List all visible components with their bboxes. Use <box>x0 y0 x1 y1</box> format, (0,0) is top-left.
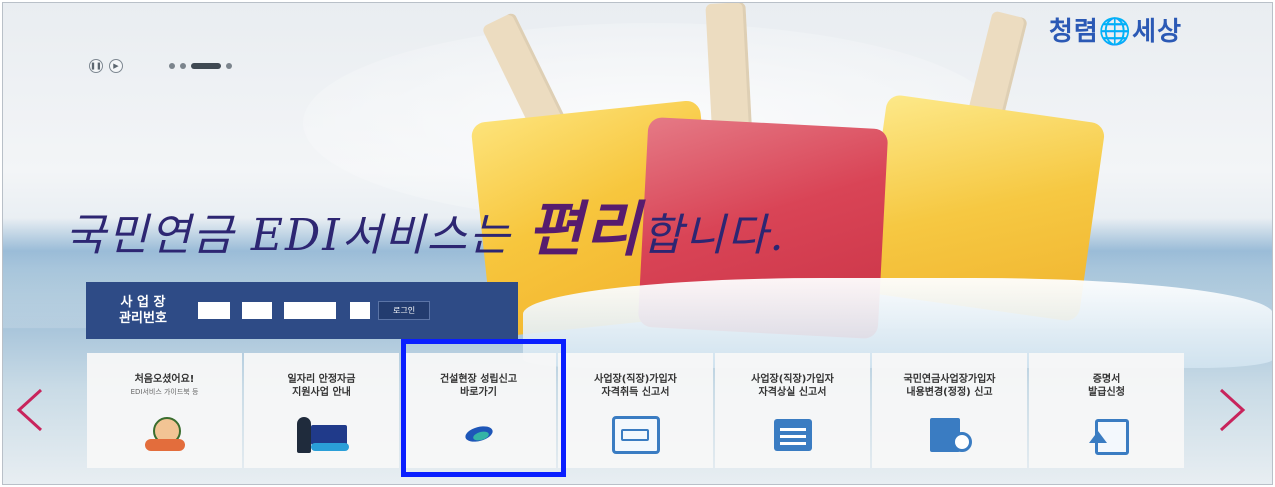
service-tiles: 처음오셨어요! EDI서비스 가이드북 등 일자리 안정자금 지원사업 안내 건… <box>87 353 1186 468</box>
tile-label-line1: 사업장(직장)가입자 <box>751 374 834 385</box>
business-number-field-2[interactable] <box>242 302 272 319</box>
mascot-icon <box>137 414 193 456</box>
tile-job-stabilization-fund[interactable]: 일자리 안정자금 지원사업 안내 <box>244 353 399 468</box>
login-label-line1: 사 업 장 <box>120 294 166 310</box>
tile-label-sub: EDI서비스 가이드북 등 <box>130 388 199 396</box>
slide-dot[interactable] <box>180 63 186 69</box>
slide-dot-active[interactable] <box>191 63 221 69</box>
tile-label: 사업장(직장)가입자 자격취득 신고서 <box>558 353 713 399</box>
certificate-icon <box>1079 414 1135 456</box>
tile-label-line1: 국민연금사업장가입자 <box>903 374 996 385</box>
highlight-box <box>401 339 566 477</box>
slide-dot[interactable] <box>169 63 175 69</box>
login-label: 사 업 장 관리번호 <box>110 295 176 327</box>
tile-content-change-report[interactable]: 국민연금사업장가입자 내용변경(정정) 신고 <box>872 353 1027 468</box>
tile-label-line1: 일자리 안정자금 <box>287 374 356 385</box>
tile-label-line2: 자격취득 신고서 <box>601 387 670 398</box>
job-support-icon <box>294 414 350 456</box>
calendar-icon <box>765 414 821 456</box>
business-number-field-1[interactable] <box>198 302 230 319</box>
chevron-left-icon[interactable] <box>15 388 45 432</box>
tile-label-line2: 내용변경(정정) 신고 <box>906 387 993 398</box>
headline-emphasis: 편리 <box>527 195 642 265</box>
tile-label: 사업장(직장)가입자 자격상실 신고서 <box>715 353 870 399</box>
play-icon[interactable]: ▶ <box>109 59 123 73</box>
slider-controls: ❚❚ ▶ <box>89 59 123 73</box>
tile-label-line2: 자격상실 신고서 <box>758 387 827 398</box>
headline-text-end: 합니다. <box>642 210 786 261</box>
tile-certificate-request[interactable]: 증명서 발급신청 <box>1029 353 1184 468</box>
tile-qualification-acquisition[interactable]: 사업장(직장)가입자 자격취득 신고서 <box>558 353 713 468</box>
tile-label-line1: 사업장(직장)가입자 <box>594 374 677 385</box>
chevron-right-icon[interactable] <box>1217 388 1247 432</box>
slide-dot[interactable] <box>226 63 232 69</box>
login-panel: 사 업 장 관리번호 로그인 <box>86 282 518 339</box>
tile-label: 일자리 안정자금 지원사업 안내 <box>244 353 399 399</box>
document-search-icon <box>922 414 978 456</box>
site-logo[interactable]: 청렴🌐세상 <box>1049 11 1182 48</box>
id-card-icon <box>608 414 664 456</box>
login-label-line2: 관리번호 <box>119 310 167 326</box>
tile-label: 처음오셨어요! EDI서비스 가이드북 등 <box>87 353 242 399</box>
tile-first-visit[interactable]: 처음오셨어요! EDI서비스 가이드북 등 <box>87 353 242 468</box>
tile-label-line2: 발급신청 <box>1088 387 1125 398</box>
pause-icon[interactable]: ❚❚ <box>89 59 103 73</box>
headline-text: 국민연금 EDI서비스는 <box>65 210 528 261</box>
tile-label: 증명서 발급신청 <box>1029 353 1184 399</box>
tile-label: 국민연금사업장가입자 내용변경(정정) 신고 <box>872 353 1027 399</box>
business-number-field-4[interactable] <box>350 302 370 319</box>
business-number-field-3[interactable] <box>284 302 336 319</box>
tile-label-line1: 처음오셨어요! <box>134 374 195 385</box>
tile-qualification-loss[interactable]: 사업장(직장)가입자 자격상실 신고서 <box>715 353 870 468</box>
tile-label-line2: 지원사업 안내 <box>292 387 351 398</box>
tile-label-line1: 증명서 <box>1092 374 1121 385</box>
login-button[interactable]: 로그인 <box>378 301 431 320</box>
banner-headline: 국민연금 EDI서비스는 편리합니다. <box>65 181 785 268</box>
banner: 청렴🌐세상 ❚❚ ▶ 국민연금 EDI서비스는 편리합니다. 사 업 장 관리번… <box>2 2 1273 485</box>
slide-indicator <box>169 63 232 69</box>
